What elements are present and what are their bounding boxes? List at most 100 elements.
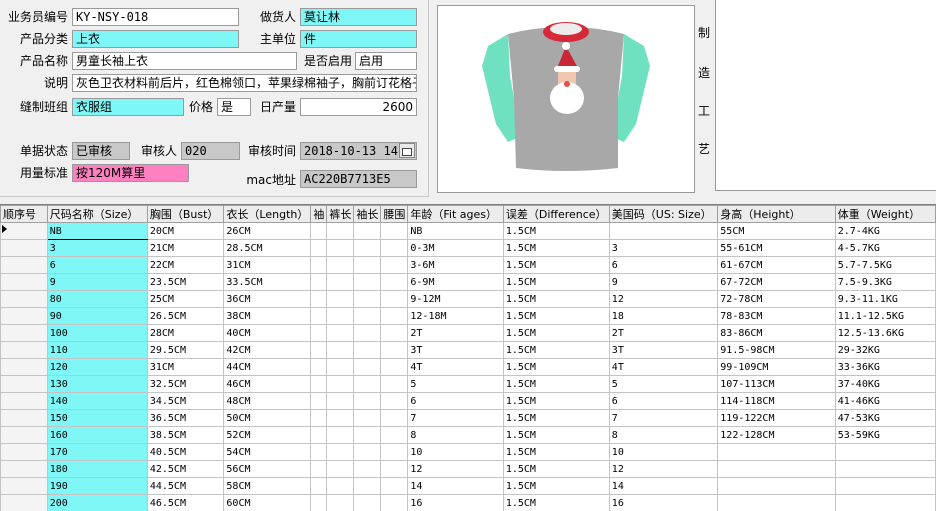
table-cell[interactable] <box>354 495 381 511</box>
table-cell[interactable]: 5 <box>408 376 503 393</box>
table-cell[interactable] <box>1 308 48 325</box>
table-cell[interactable]: 8 <box>408 427 503 444</box>
table-cell[interactable]: 180 <box>47 461 147 478</box>
table-cell[interactable]: 114-118CM <box>718 393 835 410</box>
table-cell[interactable] <box>354 393 381 410</box>
table-cell[interactable] <box>381 342 408 359</box>
table-cell[interactable]: 3 <box>609 240 717 257</box>
table-row[interactable]: 8025CM36CM9-12M1.5CM1272-78CM9.3-11.1KG <box>1 291 936 308</box>
salesman-no-field[interactable]: KY-NSY-018 <box>72 8 239 26</box>
table-cell[interactable] <box>311 274 327 291</box>
table-cell[interactable]: 9 <box>609 274 717 291</box>
table-cell[interactable] <box>381 410 408 427</box>
table-cell[interactable] <box>354 376 381 393</box>
table-cell[interactable] <box>381 495 408 511</box>
table-cell[interactable]: 11.1-12.5KG <box>835 308 935 325</box>
craft-notes-area[interactable] <box>715 0 936 191</box>
table-cell[interactable]: 1.5CM <box>503 274 609 291</box>
table-cell[interactable]: 12-18M <box>408 308 503 325</box>
table-cell[interactable] <box>1 427 48 444</box>
table-cell[interactable]: 6 <box>609 257 717 274</box>
column-header[interactable]: 衣长（Length） <box>224 206 311 223</box>
table-cell[interactable] <box>609 223 717 240</box>
table-row[interactable]: 17040.5CM54CM101.5CM10 <box>1 444 936 461</box>
table-cell[interactable]: 122-128CM <box>718 427 835 444</box>
table-cell[interactable] <box>1 240 48 257</box>
table-cell[interactable]: 56CM <box>224 461 311 478</box>
table-cell[interactable] <box>327 359 354 376</box>
column-header[interactable]: 体重（Weight） <box>835 206 935 223</box>
table-cell[interactable] <box>311 223 327 240</box>
table-cell[interactable]: 31CM <box>224 257 311 274</box>
table-cell[interactable] <box>327 495 354 511</box>
table-cell[interactable]: 60CM <box>224 495 311 511</box>
table-cell[interactable] <box>327 223 354 240</box>
table-cell[interactable]: 12 <box>609 291 717 308</box>
table-cell[interactable] <box>354 410 381 427</box>
table-cell[interactable]: 46CM <box>224 376 311 393</box>
product-name-field[interactable]: 男童长袖上衣 <box>72 52 297 70</box>
table-cell[interactable] <box>1 376 48 393</box>
table-cell[interactable]: 38CM <box>224 308 311 325</box>
table-cell[interactable] <box>381 240 408 257</box>
table-cell[interactable]: 4-5.7KG <box>835 240 935 257</box>
table-cell[interactable] <box>381 257 408 274</box>
column-header[interactable]: 误差（Difference） <box>503 206 609 223</box>
table-cell[interactable] <box>327 291 354 308</box>
table-row[interactable]: 15036.5CM50CM71.5CM7119-122CM47-53KG <box>1 410 936 427</box>
table-cell[interactable] <box>1 291 48 308</box>
table-cell[interactable]: 26.5CM <box>147 308 224 325</box>
table-cell[interactable]: 61-67CM <box>718 257 835 274</box>
table-cell[interactable] <box>354 240 381 257</box>
description-field[interactable]: 灰色卫衣材料前后片，红色棉领口，苹果绿棉袖子，胸前订花格子 <box>72 74 417 92</box>
table-cell[interactable]: 8 <box>609 427 717 444</box>
table-cell[interactable]: 46.5CM <box>147 495 224 511</box>
table-cell[interactable] <box>381 223 408 240</box>
table-cell[interactable]: 7 <box>609 410 717 427</box>
table-cell[interactable]: 1.5CM <box>503 257 609 274</box>
sewing-group-field[interactable]: 衣服组 <box>72 98 184 116</box>
column-header[interactable]: 美国码（US: Size） <box>609 206 717 223</box>
table-cell[interactable]: 42CM <box>224 342 311 359</box>
table-cell[interactable]: 42.5CM <box>147 461 224 478</box>
table-cell[interactable]: 55CM <box>718 223 835 240</box>
table-row[interactable]: 10028CM40CM2T1.5CM2T83-86CM12.5-13.6KG <box>1 325 936 342</box>
table-cell[interactable]: 3T <box>609 342 717 359</box>
table-row[interactable]: 16038.5CM52CM81.5CM8122-128CM53-59KG <box>1 427 936 444</box>
table-cell[interactable]: 4T <box>408 359 503 376</box>
table-row[interactable]: 622CM31CM3-6M1.5CM661-67CM5.7-7.5KG <box>1 257 936 274</box>
table-cell[interactable] <box>1 495 48 511</box>
table-cell[interactable]: 190 <box>47 478 147 495</box>
table-cell[interactable]: 67-72CM <box>718 274 835 291</box>
table-cell[interactable] <box>1 410 48 427</box>
column-header[interactable]: 裤长 <box>327 206 354 223</box>
table-cell[interactable]: NB <box>408 223 503 240</box>
column-header[interactable]: 顺序号 <box>1 206 48 223</box>
table-cell[interactable]: 38.5CM <box>147 427 224 444</box>
table-cell[interactable] <box>311 291 327 308</box>
table-cell[interactable]: 12 <box>408 461 503 478</box>
table-cell[interactable]: 1.5CM <box>503 427 609 444</box>
table-cell[interactable]: 110 <box>47 342 147 359</box>
table-cell[interactable]: 130 <box>47 376 147 393</box>
table-cell[interactable]: 29-32KG <box>835 342 935 359</box>
calendar-icon[interactable] <box>399 143 415 158</box>
table-cell[interactable]: 47-53KG <box>835 410 935 427</box>
table-cell[interactable]: 90 <box>47 308 147 325</box>
table-cell[interactable]: 9.3-11.1KG <box>835 291 935 308</box>
table-cell[interactable] <box>311 495 327 511</box>
table-cell[interactable] <box>327 342 354 359</box>
table-cell[interactable]: 1.5CM <box>503 410 609 427</box>
table-cell[interactable] <box>1 461 48 478</box>
table-cell[interactable] <box>381 291 408 308</box>
table-cell[interactable]: 6 <box>609 393 717 410</box>
table-cell[interactable]: NB <box>47 223 147 240</box>
table-cell[interactable]: 44.5CM <box>147 478 224 495</box>
table-row[interactable]: 13032.5CM46CM51.5CM5107-113CM37-40KG <box>1 376 936 393</box>
table-cell[interactable] <box>354 308 381 325</box>
table-cell[interactable] <box>835 478 935 495</box>
table-cell[interactable]: 91.5-98CM <box>718 342 835 359</box>
table-cell[interactable]: 2T <box>408 325 503 342</box>
table-cell[interactable]: 7.5-9.3KG <box>835 274 935 291</box>
table-cell[interactable] <box>311 478 327 495</box>
